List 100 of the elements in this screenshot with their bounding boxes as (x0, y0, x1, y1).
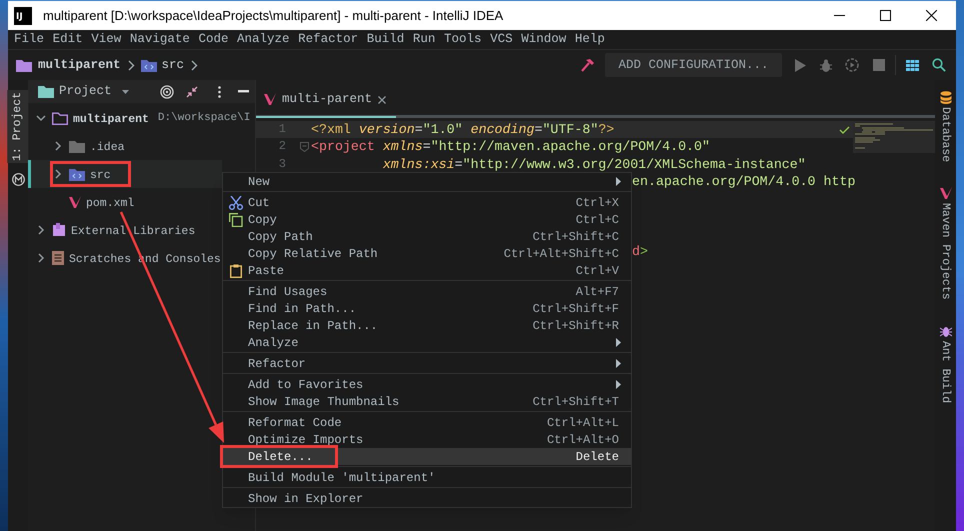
folder-icon (38, 85, 54, 98)
editor-tab[interactable]: multi-parent (256, 83, 396, 118)
menu-item[interactable]: Navigate (130, 30, 190, 49)
minimize-icon[interactable] (238, 90, 249, 93)
menu-item[interactable]: Copy Ctrl+C (223, 211, 631, 228)
source-folder-icon (140, 58, 157, 72)
menu-item[interactable]: Refactor (223, 355, 631, 372)
grid-icon[interactable] (906, 60, 919, 70)
more-icon[interactable] (218, 86, 221, 98)
caret-icon[interactable] (122, 90, 129, 94)
tool-window-tab[interactable]: Database (936, 107, 954, 162)
line-number: 1 (278, 121, 286, 138)
menu-item[interactable]: Build (366, 30, 404, 49)
code-text: = (414, 121, 423, 138)
menu-item[interactable]: Show Image Thumbnails Ctrl+Shift+T (223, 393, 631, 410)
tree-item[interactable]: External Libraries (28, 216, 222, 244)
code-text: d (632, 242, 640, 260)
code-text: xmlns:xsi (382, 156, 455, 174)
maven-circle-icon[interactable] (12, 173, 24, 186)
code-text: = (454, 156, 463, 174)
menu-item[interactable]: View (91, 30, 122, 49)
menu-item[interactable]: File (14, 30, 44, 49)
tree-item[interactable]: .idea (28, 132, 222, 160)
fold-marker-icon[interactable] (300, 142, 309, 152)
shortcut-text: Ctrl+Shift+F (532, 300, 619, 318)
menu-item[interactable]: Code (198, 30, 228, 49)
shortcut-text: Ctrl+Alt+L (546, 414, 619, 432)
scissors-icon (228, 196, 242, 210)
debug-icon[interactable] (820, 58, 832, 72)
code-text: encoding (470, 121, 534, 138)
menu-item[interactable]: Reformat Code Ctrl+Alt+L (223, 414, 631, 431)
tool-window-tab[interactable]: Maven Projects (936, 203, 954, 300)
tool-window-tab[interactable]: Ant Build (936, 340, 954, 403)
submenu-arrow-icon (616, 380, 621, 389)
menu-item[interactable]: New (223, 173, 631, 190)
menu-item[interactable]: Copy Path Ctrl+Shift+C (223, 228, 631, 245)
collapse-icon[interactable] (186, 86, 198, 98)
code-text: > (640, 242, 648, 260)
menu-item[interactable]: Cut Ctrl+X (223, 194, 631, 211)
run-icon[interactable] (794, 58, 806, 72)
code-text: version (358, 121, 415, 138)
tree-item[interactable]: src (28, 160, 222, 188)
menu-item[interactable]: Analyze (237, 30, 290, 49)
checkmark-icon (839, 126, 850, 134)
chevron-right-icon[interactable] (53, 169, 63, 179)
menu-item[interactable]: Optimize Imports Ctrl+Alt+O (223, 431, 631, 448)
chevron-right-icon[interactable] (36, 253, 46, 263)
panel-title[interactable]: Project (59, 82, 112, 101)
tree-path: D:\workspace\I (158, 110, 250, 126)
v-logo-icon (69, 196, 81, 208)
maximize-icon (880, 10, 890, 21)
menu-item[interactable]: Find in Path... Ctrl+Shift+F (223, 300, 631, 317)
code-text: <?xml (311, 121, 351, 138)
library-icon (52, 223, 66, 237)
coverage-icon[interactable] (845, 58, 859, 72)
source-folder-icon (69, 168, 85, 180)
tree-item[interactable]: pom.xml (28, 188, 222, 216)
menu-item[interactable]: Refactor (298, 30, 358, 49)
shortcut-text: Ctrl+Shift+C (532, 228, 619, 246)
chevron-right-icon[interactable] (36, 225, 46, 235)
close-icon[interactable] (378, 96, 386, 104)
v-logo-icon (940, 187, 952, 200)
tree-label: multiparent (73, 113, 149, 126)
database-icon (940, 91, 952, 104)
menu-item[interactable]: Add to Favorites (223, 376, 631, 393)
tree-label: pom.xml (86, 197, 134, 210)
breadcrumb[interactable]: multiparent (38, 56, 121, 74)
copy-icon (228, 212, 242, 226)
code-text: xmlns (382, 138, 423, 156)
tree-item[interactable]: multiparent D:\workspace\I (28, 104, 255, 132)
submenu-arrow-icon (616, 359, 621, 368)
menu-item[interactable]: Show in Explorer (223, 490, 631, 507)
menu-item[interactable]: Run (412, 30, 436, 49)
submenu-arrow-icon (616, 177, 621, 186)
menu-item[interactable]: Window (521, 30, 566, 49)
menu-item[interactable]: Replace in Path... Ctrl+Shift+R (223, 317, 631, 334)
search-icon[interactable] (932, 58, 946, 72)
breadcrumb[interactable]: src (162, 56, 184, 74)
shortcut-text: Ctrl+Alt+Shift+C (504, 246, 619, 262)
shortcut-text: Delete (576, 448, 619, 466)
menu-item[interactable]: Edit (52, 30, 83, 49)
menu-item[interactable]: Delete... Delete (223, 448, 631, 465)
shortcut-text: Ctrl+V (576, 262, 619, 280)
ant-icon (940, 324, 952, 338)
window-title: multiparent [D:\workspace\IdeaProjects\multiparent] - multi-parent - IntelliJ IDEA (43, 6, 504, 25)
tool-window-tab[interactable]: 1: Project (7, 90, 29, 164)
menu-item[interactable]: Tools (444, 30, 482, 49)
chevron-down-icon[interactable] (36, 113, 46, 123)
app-logo: IJ (14, 6, 32, 24)
code-text: "http://www.w3.org/2001/XMLSchema-instance" (462, 156, 806, 174)
menu-item[interactable]: Paste Ctrl+V (223, 262, 631, 279)
target-icon[interactable] (160, 84, 174, 98)
menu-item[interactable]: Find Usages Alt+F7 (223, 283, 631, 300)
menu-item[interactable]: Help (574, 30, 605, 49)
chevron-right-icon[interactable] (53, 141, 63, 151)
menu-item[interactable]: Analyze (223, 334, 631, 351)
add-configuration-button[interactable]: ADD CONFIGURATION... (605, 53, 782, 77)
menu-item[interactable]: Build Module 'multiparent' (223, 469, 631, 486)
menu-item[interactable]: VCS (490, 30, 513, 49)
menu-item[interactable]: Copy Relative Path Ctrl+Alt+Shift+C (223, 245, 631, 262)
